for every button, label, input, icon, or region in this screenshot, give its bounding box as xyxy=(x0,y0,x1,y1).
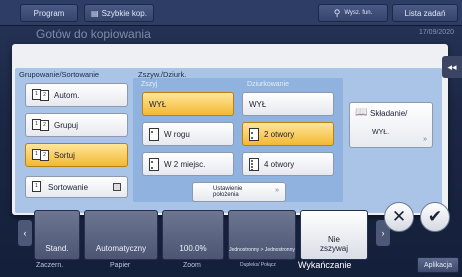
duplex-caption: Dupleks/ Połącz xyxy=(240,262,276,268)
zoom-value: 100.0% xyxy=(179,244,207,253)
sort-icon: 12 xyxy=(32,149,50,161)
offset-sort-icon: 1 xyxy=(32,181,44,193)
grouping-title: Grupowanie/Sortowanie xyxy=(19,70,100,79)
program-button[interactable]: Program xyxy=(20,4,78,22)
paper-tile[interactable]: Automatyczny xyxy=(84,210,158,260)
sort-label: Sortuj xyxy=(54,150,75,160)
group-label: Grupuj xyxy=(54,120,79,130)
staple-corner-label: W rogu xyxy=(164,129,190,139)
duplex-value: Jednostronny > Jednostronny xyxy=(229,247,295,253)
quick-copy-label: Szybkie kop. xyxy=(101,8,147,18)
staple-off-option[interactable]: WYŁ xyxy=(142,92,234,116)
fold-option[interactable]: 📖 Składanie/ WYŁ. » xyxy=(349,102,433,148)
offset-sort-label: Sortowanie xyxy=(48,182,89,192)
punch-four-holes-label: 4 otwory xyxy=(264,159,295,169)
staple-subtitle: Zszyj xyxy=(141,81,158,88)
sort-option[interactable]: 12 Sortuj xyxy=(25,143,128,167)
finishing-caption: Wykańczanie xyxy=(298,260,352,270)
paper-caption: Papier xyxy=(110,262,131,269)
scroll-left-button[interactable]: ‹ xyxy=(18,220,32,246)
staple-two-position-option[interactable]: W 2 miejsc. xyxy=(142,152,234,176)
staple-off-label: WYŁ xyxy=(149,99,167,109)
punch-subtitle: Dziurkowanie xyxy=(247,81,290,88)
offset-sort-option[interactable]: 1 Sortowanie xyxy=(25,176,128,198)
punch-four-holes-option[interactable]: 4 otwory xyxy=(242,152,334,176)
duplex-tile[interactable]: Jednostronny > Jednostronny xyxy=(228,210,296,260)
fold-title: Składanie/ xyxy=(370,109,408,118)
paper-value: Automatyczny xyxy=(95,244,147,253)
top-bar: Program ▤ Szybkie kop. ⚲ Wysz. fun. List… xyxy=(0,0,462,26)
quick-copy-button[interactable]: ▤ Szybkie kop. xyxy=(84,4,154,22)
offset-sort-checkbox[interactable] xyxy=(113,183,121,191)
group-option[interactable]: 12 Grupuj xyxy=(25,113,128,137)
density-caption: Zaczern. xyxy=(36,262,64,269)
cancel-button[interactable]: ✕ xyxy=(384,202,414,232)
ok-button[interactable]: ✔ xyxy=(420,202,450,232)
sort-auto-label: Autom. xyxy=(54,90,80,100)
sort-auto-option[interactable]: 12 Autom. xyxy=(25,83,128,107)
fold-double-chevron-icon: » xyxy=(423,136,427,143)
copy-screen: Program ▤ Szybkie kop. ⚲ Wysz. fun. List… xyxy=(0,0,462,277)
position-settings-label-2: położenia xyxy=(213,192,239,198)
book-icon: 📖 xyxy=(355,107,368,118)
search-function-button[interactable]: ⚲ Wysz. fun. xyxy=(318,4,388,22)
position-settings-button[interactable]: Ustawienie położenia » xyxy=(192,182,286,202)
punch-two-holes-option[interactable]: 2 otwory xyxy=(242,122,334,146)
finishing-value: Nie zszywaj xyxy=(319,235,348,253)
punch-two-holes-label: 2 otwory xyxy=(264,129,295,139)
staple-two-position-icon xyxy=(149,157,159,171)
staple-two-position-label: W 2 miejsc. xyxy=(164,159,206,169)
density-tile[interactable]: Stand. xyxy=(34,210,80,260)
density-value: Stand. xyxy=(45,244,69,253)
punch-off-label: WYŁ xyxy=(249,99,267,109)
staple-corner-option[interactable]: W rogu xyxy=(142,122,234,146)
zoom-caption: Zoom xyxy=(183,262,201,269)
staple-punch-title: Zszyw./Dziurk. xyxy=(138,70,187,79)
job-list-button[interactable]: Lista zadań xyxy=(392,4,458,22)
staple-corner-icon xyxy=(149,127,159,141)
finishing-options-area: Grupowanie/Sortowanie 12 Autom. 12 Grupu… xyxy=(15,68,442,213)
auto-sort-icon: 12 xyxy=(32,89,50,101)
search-icon: ⚲ xyxy=(333,7,341,18)
finishing-tile[interactable]: Nie zszywaj xyxy=(300,210,368,260)
fold-value: WYŁ. xyxy=(372,129,390,136)
finishing-panel: Grupowanie/Sortowanie 12 Autom. 12 Grupu… xyxy=(12,44,448,215)
punch-off-option[interactable]: WYŁ xyxy=(242,92,334,116)
double-chevron-right-icon: » xyxy=(275,187,279,194)
search-function-label: Wysz. fun. xyxy=(344,10,373,16)
collapse-panel-button[interactable]: ◂◂ xyxy=(442,56,462,78)
two-holes-icon xyxy=(249,127,259,141)
application-button[interactable]: Aplikacja xyxy=(417,257,459,273)
zoom-tile[interactable]: 100.0% xyxy=(162,210,224,260)
copy-icon: ▤ xyxy=(91,8,99,18)
group-icon: 12 xyxy=(32,119,50,131)
four-holes-icon xyxy=(249,157,259,171)
background-screen-title: Gotów do kopiowania xyxy=(36,27,151,41)
background-date: 17/09/2020 xyxy=(418,29,454,36)
